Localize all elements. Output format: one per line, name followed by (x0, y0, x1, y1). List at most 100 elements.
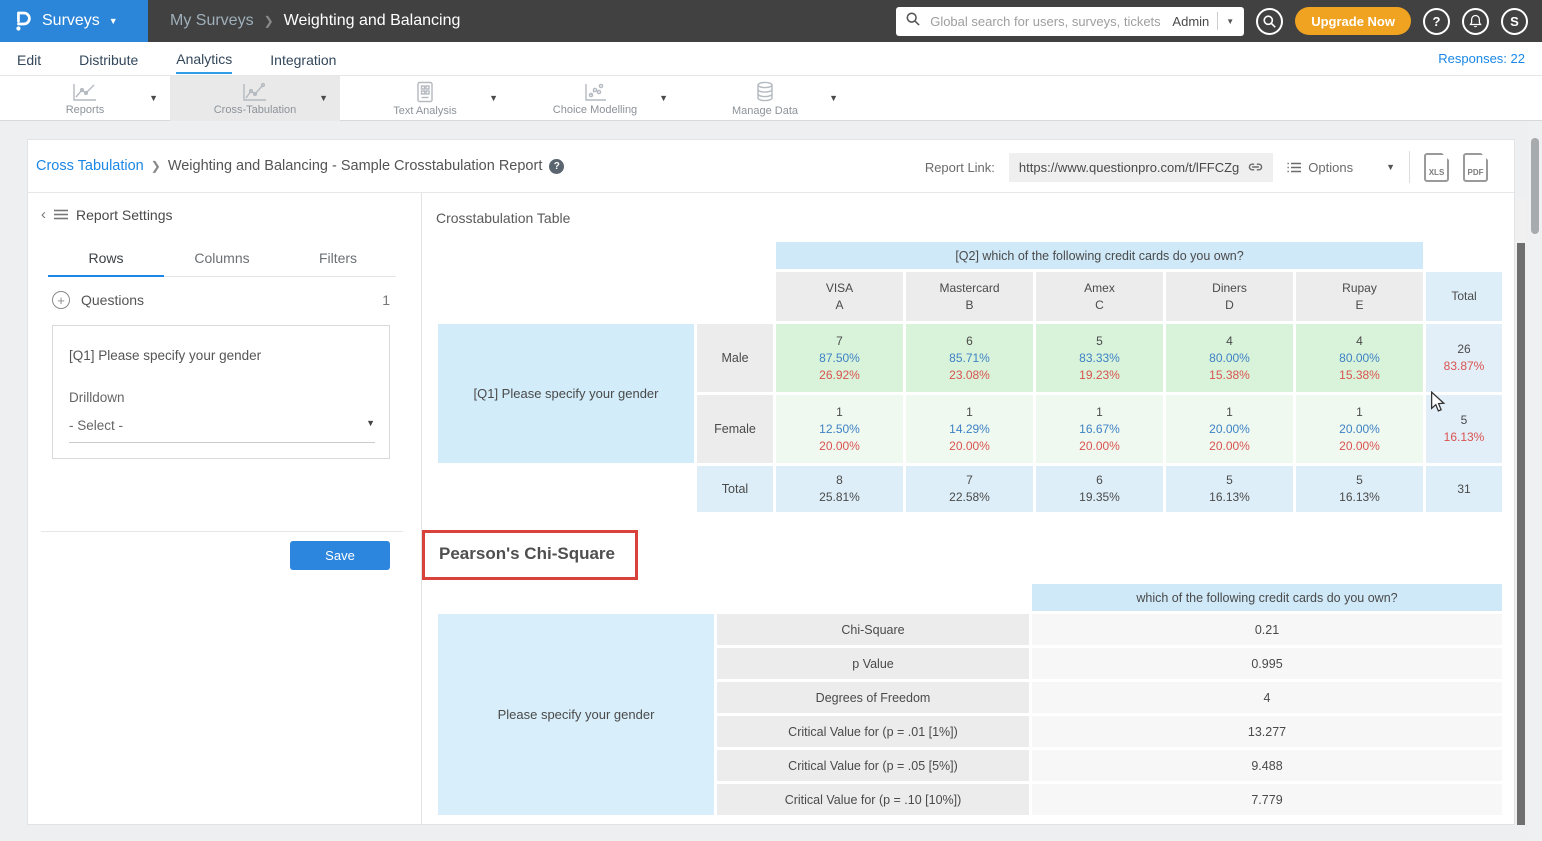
nav-distribute[interactable]: Distribute (79, 45, 138, 73)
col-header-rupay: RupayE (1296, 272, 1423, 321)
tab-filters[interactable]: Filters (280, 241, 396, 276)
report-link-field[interactable]: https://www.questionpro.com/t/lFFCZg (1009, 153, 1273, 182)
drilldown-value: - Select - (69, 418, 123, 433)
search-icon (906, 12, 920, 31)
ribbon-text-analysis[interactable]: Text Analysis ▼ (340, 76, 510, 121)
crosstab-rowtotal-male: 2683.87% (1426, 324, 1502, 392)
search-input[interactable] (928, 13, 1164, 30)
chevron-down-icon[interactable]: ▼ (659, 93, 668, 103)
cell-col-percent: 20.00% (949, 438, 990, 455)
ribbon-cross-tabulation[interactable]: Cross-Tabulation ▼ (170, 76, 340, 121)
crosstab-grand-total: 31 (1426, 466, 1502, 512)
report-breadcrumb: Cross Tabulation ❯ Weighting and Balanci… (36, 158, 564, 174)
questions-row: + Questions 1 (52, 291, 390, 309)
breadcrumb-my-surveys[interactable]: My Surveys (170, 12, 254, 30)
help-icon[interactable]: ? (549, 159, 564, 174)
chi-stat-label-3: Critical Value for (p = .01 [1%]) (717, 716, 1029, 747)
question-text: [Q1] Please specify your gender (69, 348, 261, 363)
total-percent: 16.13% (1444, 429, 1485, 446)
cell-row-percent: 85.71% (949, 350, 990, 367)
help-button[interactable]: ? (1423, 8, 1450, 35)
ribbon-manage-data[interactable]: Manage Data ▼ (680, 76, 850, 121)
chi-stat-label-0: Chi-Square (717, 614, 1029, 645)
crosstab-cell-female-rupay: 120.00%20.00% (1296, 395, 1423, 463)
export-xls-button[interactable]: XLS (1424, 153, 1449, 182)
responses-count[interactable]: Responses: 22 (1438, 51, 1525, 66)
total-percent: 19.35% (1079, 489, 1120, 506)
chi-stat-value-5: 7.779 (1032, 784, 1502, 815)
topbar-actions: Admin ▼ Upgrade Now ? S (896, 7, 1542, 36)
crosstab-coltotal-amex: 619.35% (1036, 466, 1163, 512)
chi-stat-value-3: 13.277 (1032, 716, 1502, 747)
total-percent: 22.58% (949, 489, 990, 506)
top-bar: Surveys ▼ My Surveys ❯ Weighting and Bal… (0, 0, 1542, 42)
search-scope[interactable]: Admin (1172, 14, 1209, 29)
chevron-down-icon: ▼ (1386, 162, 1395, 172)
crosstab-coltotal-rupay: 516.13% (1296, 466, 1423, 512)
add-question-icon[interactable]: + (52, 291, 70, 309)
ribbon-reports[interactable]: Reports ▼ (0, 76, 170, 121)
chevron-down-icon[interactable]: ▼ (149, 93, 158, 103)
notifications-button[interactable] (1462, 8, 1489, 35)
drilldown-select[interactable]: - Select - ▼ (69, 418, 375, 443)
collapse-panel-icon[interactable]: ‹ (41, 206, 46, 223)
panel-scrollbar-thumb[interactable] (1517, 243, 1525, 825)
export-pdf-button[interactable]: PDF (1463, 153, 1488, 182)
col-header-visa: VISAA (776, 272, 903, 321)
chevron-down-icon: ▼ (366, 418, 375, 433)
panel-title: Report Settings (76, 207, 173, 223)
total-count: 6 (1096, 472, 1103, 489)
nav-analytics[interactable]: Analytics (176, 44, 232, 74)
cell-col-percent: 20.00% (1209, 438, 1250, 455)
nav-edit[interactable]: Edit (17, 45, 41, 73)
report-actions: Report Link: https://www.questionpro.com… (925, 151, 1488, 183)
questionpro-logo-icon (13, 5, 33, 37)
upgrade-now-button[interactable]: Upgrade Now (1295, 7, 1411, 35)
report-grid-icon (415, 81, 435, 103)
ribbon-label: Cross-Tabulation (214, 104, 297, 116)
nav-integration[interactable]: Integration (270, 45, 336, 73)
chevron-down-icon[interactable]: ▼ (1226, 17, 1234, 26)
questions-label: Questions (81, 292, 144, 308)
page-scrollbar-thumb[interactable] (1531, 138, 1539, 234)
crosstab-cell-female-amex: 116.67%20.00% (1036, 395, 1163, 463)
crosstab-cell-male-mastercard: 685.71%23.08% (906, 324, 1033, 392)
chevron-down-icon[interactable]: ▼ (319, 93, 328, 103)
scatter-chart-icon (582, 82, 608, 102)
global-search[interactable]: Admin ▼ (896, 7, 1244, 36)
cell-col-percent: 15.38% (1339, 367, 1380, 384)
crosstab-coltotal-mastercard: 722.58% (906, 466, 1033, 512)
product-name: Surveys (42, 12, 100, 30)
crosstab-cell-male-rupay: 480.00%15.38% (1296, 324, 1423, 392)
search-button[interactable] (1256, 8, 1283, 35)
tab-rows[interactable]: Rows (48, 241, 164, 277)
row-header-total: Total (697, 466, 773, 512)
chevron-down-icon[interactable]: ▼ (829, 93, 838, 103)
cell-row-percent: 87.50% (819, 350, 860, 367)
ribbon-choice-modelling[interactable]: Choice Modelling ▼ (510, 76, 680, 121)
divider (1217, 12, 1218, 30)
cell-row-percent: 80.00% (1209, 350, 1250, 367)
report-url[interactable]: https://www.questionpro.com/t/lFFCZg (1019, 160, 1239, 175)
divider (1409, 151, 1410, 183)
breadcrumb-survey-name: Weighting and Balancing (284, 12, 461, 30)
chevron-right-icon: ❯ (151, 159, 161, 173)
save-button[interactable]: Save (290, 541, 390, 570)
options-menu[interactable]: Options ▼ (1287, 160, 1395, 175)
chevron-down-icon[interactable]: ▼ (489, 93, 498, 103)
tab-columns[interactable]: Columns (164, 241, 280, 276)
ribbon-label: Reports (66, 104, 105, 116)
cell-col-percent: 15.38% (1209, 367, 1250, 384)
cross-tabulation-link[interactable]: Cross Tabulation (36, 158, 144, 174)
cell-count: 1 (1356, 404, 1363, 421)
cell-row-percent: 14.29% (949, 421, 990, 438)
cell-row-percent: 20.00% (1209, 421, 1250, 438)
cell-col-percent: 20.00% (1339, 438, 1380, 455)
cell-row-percent: 20.00% (1339, 421, 1380, 438)
crosstab-cell-female-visa: 112.50%20.00% (776, 395, 903, 463)
ribbon-label: Text Analysis (393, 105, 457, 117)
col-header-amex: AmexC (1036, 272, 1163, 321)
row-header-female: Female (697, 395, 773, 463)
product-switcher[interactable]: Surveys ▼ (0, 0, 148, 42)
avatar[interactable]: S (1501, 8, 1528, 35)
